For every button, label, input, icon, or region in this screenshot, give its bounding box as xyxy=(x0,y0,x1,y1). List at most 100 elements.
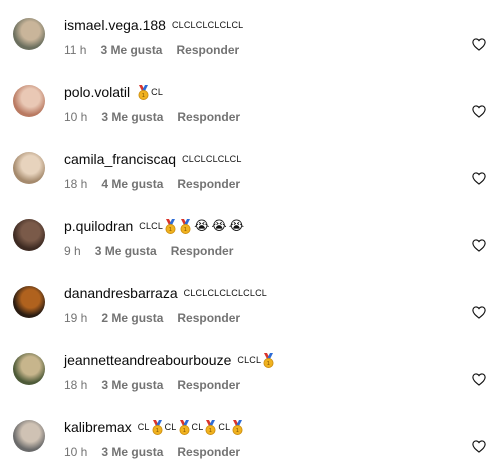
crying-emoji: 😭 xyxy=(194,218,210,233)
timestamp[interactable]: 9 h xyxy=(64,244,81,258)
reply-button[interactable]: Responder xyxy=(171,244,234,258)
medal-icon: 1 xyxy=(137,84,150,100)
comment-text-segment: CLCLCLCLCLCLCL xyxy=(183,288,267,298)
likes-count-button[interactable]: 3 Me gusta xyxy=(95,244,157,258)
likes-count-button[interactable]: 3 Me gusta xyxy=(100,43,162,57)
medal-icon: 1 xyxy=(151,419,164,435)
comment-text: CLCLCLCLCL xyxy=(182,154,242,164)
timestamp[interactable]: 10 h xyxy=(64,110,87,124)
medal-icon: 1 xyxy=(204,419,217,435)
reply-button[interactable]: Responder xyxy=(177,445,240,459)
comment-header: p.quilodran CLCL 1 1 😭 😭 😭 xyxy=(64,217,460,235)
medal-icon: 1 xyxy=(178,419,191,435)
comment-text-segment: CLCLCLCLCLCL xyxy=(171,20,244,30)
avatar[interactable] xyxy=(13,85,45,117)
heart-outline-icon[interactable] xyxy=(472,373,486,386)
username-link[interactable]: polo.volatil xyxy=(64,84,130,100)
svg-text:1: 1 xyxy=(169,227,173,233)
svg-text:1: 1 xyxy=(267,361,271,367)
reply-button[interactable]: Responder xyxy=(177,110,240,124)
comment-meta: 18 h 3 Me gusta Responder xyxy=(64,377,460,393)
username-link[interactable]: kalibremax xyxy=(64,419,132,435)
comment-text: CLCLCLCLCLCL xyxy=(172,20,243,30)
timestamp[interactable]: 19 h xyxy=(64,311,87,325)
timestamp[interactable]: 10 h xyxy=(64,445,87,459)
comment-text-segment: CLCL xyxy=(237,355,262,365)
comment-header: camila_franciscaq CLCLCLCLCL xyxy=(64,150,460,168)
comment-item: kalibremax CL 1 CL 1 CL 1 CL 1 10 h 3 Me gusta Resp… xyxy=(0,418,500,470)
avatar[interactable] xyxy=(13,18,45,50)
svg-text:1: 1 xyxy=(155,428,159,434)
comment-header: polo.volatil 1 CL xyxy=(64,83,460,101)
username-link[interactable]: p.quilodran xyxy=(64,218,133,234)
comment-body: danandresbarraza CLCLCLCLCLCLCL 19 h 2 Me g… xyxy=(64,284,460,326)
medal-icon: 1 xyxy=(231,419,244,435)
comment-text-segment: CL xyxy=(137,422,150,432)
comment-text-segment: CL xyxy=(191,422,204,432)
avatar[interactable] xyxy=(13,353,45,385)
heart-outline-icon[interactable] xyxy=(472,239,486,252)
heart-outline-icon[interactable] xyxy=(472,306,486,319)
avatar[interactable] xyxy=(13,420,45,452)
likes-count-button[interactable]: 4 Me gusta xyxy=(101,177,163,191)
avatar[interactable] xyxy=(13,152,45,184)
heart-outline-icon[interactable] xyxy=(472,440,486,453)
comment-body: jeannetteandreabourbouze CLCL 1 18 h 3 Me gu… xyxy=(64,351,460,393)
comment-text-segment: CL xyxy=(151,87,164,97)
comment-item: danandresbarraza CLCLCLCLCLCLCL 19 h 2 Me g… xyxy=(0,284,500,336)
medal-icon: 1 xyxy=(179,218,192,234)
crying-emoji: 😭 xyxy=(228,218,245,233)
heart-outline-icon[interactable] xyxy=(472,172,486,185)
comment-meta: 9 h 3 Me gusta Responder xyxy=(64,243,460,259)
comment-header: danandresbarraza CLCLCLCLCLCLCL xyxy=(64,284,460,302)
comment-header: ismael.vega.188 CLCLCLCLCLCL xyxy=(64,16,460,34)
username-link[interactable]: danandresbarraza xyxy=(64,285,178,301)
svg-text:1: 1 xyxy=(184,227,188,233)
comment-header: kalibremax CL 1 CL 1 CL 1 CL 1 xyxy=(64,418,460,436)
svg-text:1: 1 xyxy=(182,428,186,434)
username-link[interactable]: ismael.vega.188 xyxy=(64,17,166,33)
timestamp[interactable]: 18 h xyxy=(64,177,87,191)
username-link[interactable]: camila_franciscaq xyxy=(64,151,176,167)
likes-count-button[interactable]: 3 Me gusta xyxy=(101,110,163,124)
comment-text-segment: CL xyxy=(218,422,231,432)
comment-item: ismael.vega.188 CLCLCLCLCLCL 11 h 3 Me gust… xyxy=(0,16,500,68)
comment-body: kalibremax CL 1 CL 1 CL 1 CL 1 10 h 3 Me gusta Resp… xyxy=(64,418,460,460)
comment-text: CLCL 1 xyxy=(237,352,276,368)
svg-text:1: 1 xyxy=(209,428,213,434)
reply-button[interactable]: Responder xyxy=(177,177,240,191)
reply-button[interactable]: Responder xyxy=(177,311,240,325)
heart-outline-icon[interactable] xyxy=(472,38,486,51)
avatar[interactable] xyxy=(13,286,45,318)
medal-icon: 1 xyxy=(164,218,177,234)
avatar[interactable] xyxy=(13,219,45,251)
heart-outline-icon[interactable] xyxy=(472,105,486,118)
comment-text: CL 1 CL 1 CL 1 CL 1 xyxy=(137,419,246,435)
username-link[interactable]: jeannetteandreabourbouze xyxy=(64,352,231,368)
comment-meta: 19 h 2 Me gusta Responder xyxy=(64,310,460,326)
reply-button[interactable]: Responder xyxy=(177,378,240,392)
reply-button[interactable]: Responder xyxy=(176,43,239,57)
comment-text: CLCLCLCLCLCLCL xyxy=(184,288,267,298)
comment-meta: 18 h 4 Me gusta Responder xyxy=(64,176,460,192)
comment-item: p.quilodran CLCL 1 1 😭 😭 😭 9 h3 Me gusta Respond… xyxy=(0,217,500,269)
likes-count-button[interactable]: 3 Me gusta xyxy=(101,445,163,459)
comment-meta: 10 h 3 Me gusta Responder xyxy=(64,109,460,125)
comment-item: polo.volatil 1 CL 10 h 3 Me gusta Responder xyxy=(0,83,500,135)
medal-icon: 1 xyxy=(262,352,275,368)
comment-body: ismael.vega.188 CLCLCLCLCLCL 11 h 3 Me gust… xyxy=(64,16,460,58)
comment-header: jeannetteandreabourbouze CLCL 1 xyxy=(64,351,460,369)
comment-meta: 10 h 3 Me gusta Responder xyxy=(64,444,460,460)
comment-body: polo.volatil 1 CL 10 h 3 Me gusta Responder xyxy=(64,83,460,125)
comment-body: camila_franciscaq CLCLCLCLCL 18 h 4 Me gust… xyxy=(64,150,460,192)
comment-item: camila_franciscaq CLCLCLCLCL 18 h 4 Me gust… xyxy=(0,150,500,202)
comment-text-segment: CL xyxy=(164,422,177,432)
comment-text: CLCL 1 1 😭 😭 😭 xyxy=(139,218,245,234)
likes-count-button[interactable]: 3 Me gusta xyxy=(101,378,163,392)
timestamp[interactable]: 11 h xyxy=(64,43,86,57)
crying-emoji: 😭 xyxy=(211,218,227,233)
timestamp[interactable]: 18 h xyxy=(64,378,87,392)
likes-count-button[interactable]: 2 Me gusta xyxy=(101,311,163,325)
comment-meta: 11 h 3 Me gusta Responder xyxy=(64,42,460,58)
comment-text-segment: CLCL xyxy=(139,221,164,231)
